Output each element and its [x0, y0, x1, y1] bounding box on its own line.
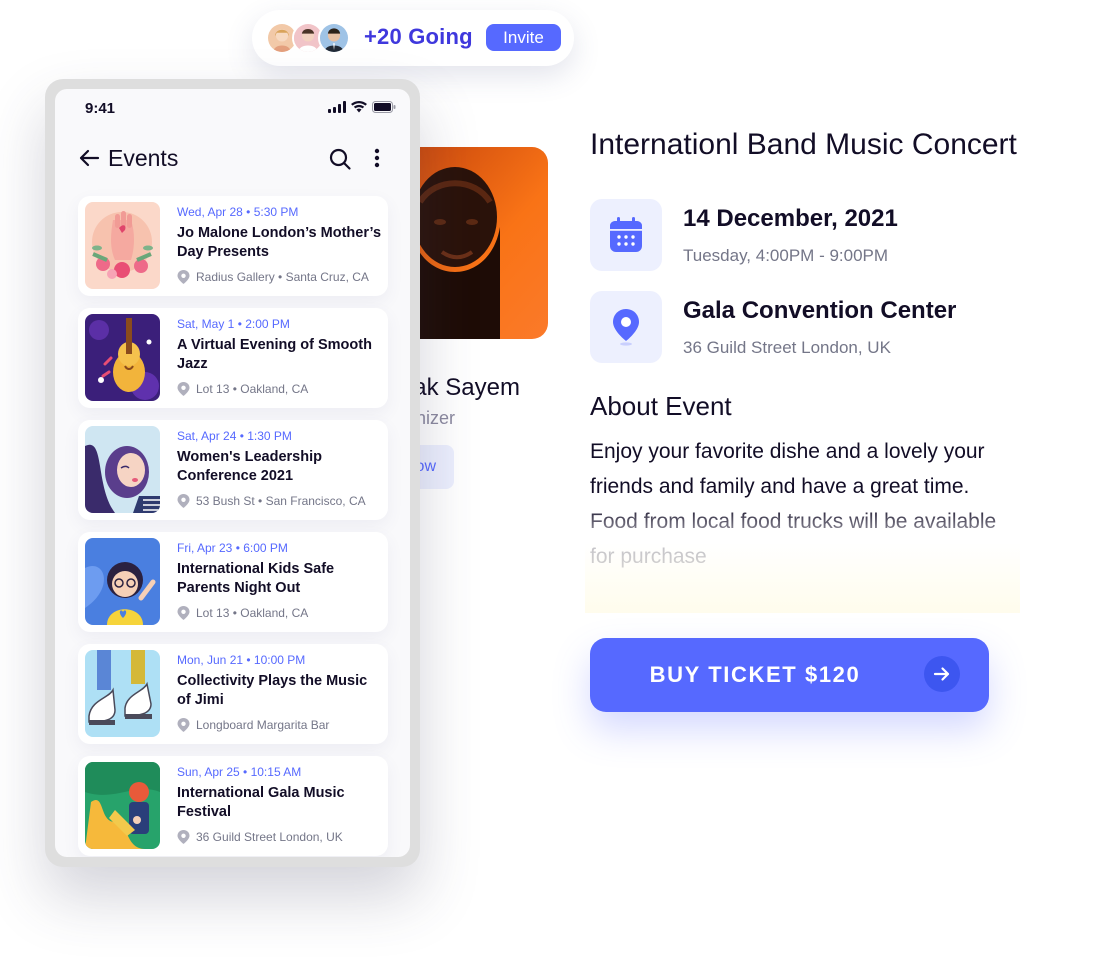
- map-pin-icon: [177, 606, 190, 620]
- event-card[interactable]: Fri, Apr 23 • 6:00 PM International Kids…: [78, 532, 388, 632]
- event-location: Lot 13 • Oakland, CA: [177, 606, 308, 620]
- event-card[interactable]: Mon, Jun 21 • 10:00 PM Collectivity Play…: [78, 644, 388, 744]
- event-location: Longboard Margarita Bar: [177, 718, 329, 732]
- event-thumbnail: [85, 202, 160, 289]
- phone-mockup: 9:41 Events Wed, Apr 28 • 5:30 PM Jo Mal…: [45, 79, 420, 867]
- signal-icon: [328, 101, 346, 113]
- event-location: Radius Gallery • Santa Cruz, CA: [177, 270, 369, 284]
- venue-address: 36 Guild Street London, UK: [683, 338, 891, 357]
- event-location-text: Radius Gallery • Santa Cruz, CA: [196, 270, 369, 284]
- event-title: A Virtual Evening of Smooth Jazz: [177, 337, 372, 372]
- event-title: Women's Leadership Conference 2021: [177, 449, 322, 484]
- event-date: Wed, Apr 28 • 5:30 PM: [177, 205, 299, 219]
- invite-button[interactable]: Invite: [486, 24, 561, 51]
- event-thumbnail: [85, 762, 160, 849]
- event-time-range: Tuesday, 4:00PM - 9:00PM: [683, 246, 889, 265]
- event-thumbnail: [85, 650, 160, 737]
- text-fade-overlay: [585, 505, 1020, 613]
- event-card[interactable]: Sat, May 1 • 2:00 PM A Virtual Evening o…: [78, 308, 388, 408]
- avatar: [318, 22, 350, 54]
- status-bar: 9:41: [55, 89, 410, 129]
- event-location-text: 53 Bush St • San Francisco, CA: [196, 494, 366, 508]
- map-pin-icon: [177, 718, 190, 732]
- event-title: International Kids Safe Parents Night Ou…: [177, 561, 335, 596]
- event-location: 36 Guild Street London, UK: [177, 830, 343, 844]
- about-heading: About Event: [590, 391, 732, 421]
- buy-ticket-label: BUY TICKET $120: [649, 662, 861, 687]
- more-vertical-icon[interactable]: [367, 146, 387, 170]
- attendee-avatars: [266, 22, 356, 54]
- event-thumbnail: [85, 538, 160, 625]
- event-detail-title: Internationl Band Music Concert: [590, 128, 1017, 161]
- event-location-text: Lot 13 • Oakland, CA: [196, 382, 309, 396]
- venue-name: Gala Convention Center: [683, 297, 957, 324]
- event-thumbnail: [85, 314, 160, 401]
- event-card[interactable]: Sun, Apr 25 • 10:15 AM International Gal…: [78, 756, 388, 856]
- event-date: Fri, Apr 23 • 6:00 PM: [177, 541, 288, 555]
- event-title: International Gala Music Festival: [177, 785, 345, 820]
- location-icon-box: [590, 291, 662, 363]
- status-time: 9:41: [85, 100, 116, 117]
- going-count: +20 Going: [364, 24, 473, 49]
- event-location-text: Lot 13 • Oakland, CA: [196, 606, 309, 620]
- event-location: 53 Bush St • San Francisco, CA: [177, 494, 366, 508]
- search-icon[interactable]: [328, 147, 352, 171]
- map-pin-icon: [177, 270, 190, 284]
- event-date: Sat, May 1 • 2:00 PM: [177, 317, 290, 331]
- event-card[interactable]: Sat, Apr 24 • 1:30 PM Women's Leadership…: [78, 420, 388, 520]
- calendar-icon-box: [590, 199, 662, 271]
- event-card[interactable]: Wed, Apr 28 • 5:30 PM Jo Malone London’s…: [78, 196, 388, 296]
- calendar-icon: [610, 217, 642, 252]
- event-location: Lot 13 • Oakland, CA: [177, 382, 308, 396]
- map-pin-icon: [177, 382, 190, 396]
- event-location-text: 36 Guild Street London, UK: [196, 830, 343, 844]
- event-date-main: 14 December, 2021: [683, 205, 898, 232]
- wifi-icon: [351, 101, 367, 113]
- map-pin-icon: [177, 494, 190, 508]
- app-header: Events: [55, 129, 410, 189]
- event-date: Sat, Apr 24 • 1:30 PM: [177, 429, 292, 443]
- event-date: Sun, Apr 25 • 10:15 AM: [177, 765, 302, 779]
- map-pin-icon: [177, 830, 190, 844]
- location-icon: [613, 309, 639, 346]
- phone-screen: 9:41 Events Wed, Apr 28 • 5:30 PM Jo Mal…: [55, 89, 410, 857]
- event-location-text: Longboard Margarita Bar: [196, 718, 330, 732]
- event-title: Collectivity Plays the Music of Jimi: [177, 673, 368, 708]
- event-title: Jo Malone London’s Mother’s Day Presents: [177, 225, 382, 260]
- event-thumbnail: [85, 426, 160, 513]
- battery-icon: [372, 101, 396, 113]
- event-date: Mon, Jun 21 • 10:00 PM: [177, 653, 306, 667]
- arrow-right-icon[interactable]: [924, 656, 960, 692]
- page-title: Events: [108, 145, 179, 171]
- attendees-pill: +20 Going Invite: [252, 10, 574, 66]
- arrow-left-icon[interactable]: [78, 147, 100, 169]
